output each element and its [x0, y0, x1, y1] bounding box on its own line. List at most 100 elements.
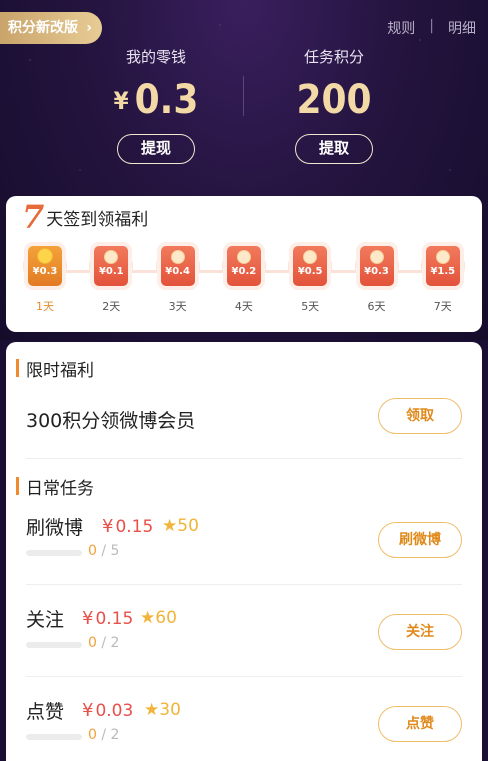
task-points-value: 30: [159, 700, 181, 720]
red-packet-body: ¥0.3: [28, 246, 62, 286]
coin-icon: [369, 250, 384, 264]
wallet-amount: ¥0.3: [76, 72, 236, 128]
task-progress-total: / 5: [101, 543, 120, 559]
task-progress-bar: [26, 734, 82, 740]
checkin-day-amount: ¥0.3: [364, 266, 389, 277]
wallet-amount-value: 0.3: [134, 77, 199, 123]
star-icon: ★: [140, 608, 156, 628]
checkin-day-amount: ¥0.2: [231, 266, 257, 277]
red-packet-body: ¥0.5: [293, 246, 328, 286]
task-progress-total: / 2: [101, 635, 120, 651]
points-new-version-badge[interactable]: 积分新改版 ›: [0, 12, 102, 44]
divider: [26, 676, 462, 677]
details-link[interactable]: 明细: [448, 18, 476, 38]
red-packet-icon: ¥0.2: [221, 244, 266, 288]
checkin-day-label: 4天: [234, 300, 253, 313]
checkin-day-1[interactable]: ¥0.3 1天: [18, 244, 72, 314]
task-points: ★50: [162, 516, 199, 536]
task-points: ★30: [144, 700, 181, 720]
checkin-day-label: 3天: [168, 300, 187, 313]
points-panel: 任务积分 200 提取: [254, 46, 414, 164]
task-progress-current: 0: [88, 543, 97, 559]
currency-symbol: ¥: [82, 608, 94, 629]
task-points-value: 50: [177, 516, 199, 536]
badge-label: 积分新改版: [8, 20, 78, 36]
extract-button[interactable]: 提取: [295, 134, 373, 164]
red-packet-icon: ¥0.1: [89, 244, 134, 288]
browse-weibo-button[interactable]: 刷微博: [378, 522, 462, 558]
checkin-day-4[interactable]: ¥0.2 4天: [217, 244, 271, 314]
task-money: ¥0.15: [102, 516, 153, 537]
tasks-panel: 限时福利 300积分领微博会员 领取 日常任务 刷微博 ¥0.15 ★50 0 …: [6, 342, 482, 761]
checkin-title: 7 天签到领福利: [22, 201, 149, 233]
task-name: 关注: [26, 609, 65, 631]
points-amount: 200: [296, 77, 372, 123]
header-divider: [243, 76, 244, 116]
checkin-title-text: 天签到领福利: [46, 210, 149, 230]
red-packet-body: ¥0.2: [226, 246, 261, 286]
checkin-day-6[interactable]: ¥0.3 6天: [350, 244, 404, 314]
wallet-panel: 我的零钱 ¥0.3 提现: [76, 46, 236, 164]
daily-section-title: 日常任务: [16, 474, 94, 499]
checkin-day-2[interactable]: ¥0.1 2天: [84, 244, 138, 314]
star-icon: ★: [144, 700, 160, 720]
checkin-day-amount: ¥0.5: [297, 266, 323, 277]
currency-symbol: ¥: [82, 700, 94, 721]
red-packet-body: ¥0.3: [359, 246, 394, 286]
task-progress-text: 0 / 5: [88, 543, 119, 559]
task-progress-bar: [26, 642, 82, 648]
rules-link[interactable]: 规则: [387, 18, 415, 38]
star-icon: ★: [162, 516, 178, 536]
checkin-day-label: 2天: [102, 300, 121, 313]
checkin-day-label: 6天: [367, 300, 386, 313]
coin-icon: [104, 250, 119, 264]
coin-icon: [236, 250, 251, 264]
checkin-day-label: 1天: [36, 300, 54, 313]
wallet-label: 我的零钱: [125, 48, 186, 66]
withdraw-button[interactable]: 提现: [117, 134, 195, 164]
task-item: 关注 ¥0.15 ★60 0 / 2 关注: [26, 606, 462, 676]
checkin-day-amount: ¥0.1: [98, 266, 124, 277]
checkin-day-label: 5天: [301, 300, 320, 313]
divider: [26, 584, 462, 585]
task-progress-bar: [26, 550, 82, 556]
red-packet-icon: ¥1.5: [420, 244, 465, 288]
task-progress-current: 0: [88, 727, 97, 743]
like-button[interactable]: 点赞: [378, 706, 462, 742]
checkin-day-amount: ¥1.5: [430, 266, 456, 277]
checkin-day-5[interactable]: ¥0.5 5天: [283, 244, 337, 314]
checkin-day-3[interactable]: ¥0.4 3天: [151, 244, 205, 314]
task-money: ¥0.03: [82, 700, 133, 721]
task-name: 刷微博: [26, 517, 84, 539]
checkin-day-amount: ¥0.3: [32, 266, 58, 277]
red-packet-icon: ¥0.4: [155, 244, 200, 288]
follow-button[interactable]: 关注: [378, 614, 462, 650]
task-money-value: 0.15: [115, 517, 154, 537]
checkin-day-amount: ¥0.4: [165, 266, 190, 277]
checkin-days: ¥0.3 1天 ¥0.1 2天 ¥0.4 3天 ¥0.2 4天 ¥0.5 5天 ¥0.3 6天 ¥1.5…: [0, 232, 488, 322]
divider: [26, 458, 462, 459]
task-name: 点赞: [26, 701, 65, 723]
task-progress-text: 0 / 2: [88, 727, 119, 743]
top-links: 规则 | 明细: [387, 18, 476, 38]
coin-icon: [435, 250, 450, 264]
task-money: ¥0.15: [82, 608, 133, 629]
task-item: 刷微博 ¥0.15 ★50 0 / 5 刷微博: [26, 514, 462, 584]
red-packet-body: ¥0.4: [160, 246, 195, 286]
task-item: 点赞 ¥0.03 ★30 0 / 2 点赞: [26, 698, 462, 761]
red-packet-body: ¥0.1: [94, 246, 129, 286]
red-packet-body: ¥1.5: [425, 246, 460, 286]
claim-button[interactable]: 领取: [378, 398, 462, 434]
red-packet-icon: ¥0.5: [288, 244, 333, 288]
coin-icon: [37, 248, 53, 264]
points-label: 任务积分: [303, 48, 364, 66]
red-packet-icon: ¥0.3: [354, 244, 399, 288]
currency-symbol: ¥: [102, 516, 114, 537]
task-money-value: 0.03: [95, 701, 134, 721]
link-separator: |: [429, 18, 434, 34]
task-progress-total: / 2: [101, 727, 120, 743]
red-packet-icon: ¥0.3: [23, 244, 67, 288]
task-points: ★60: [140, 608, 177, 628]
chevron-right-icon: ›: [86, 20, 92, 36]
checkin-day-7[interactable]: ¥1.5 7天: [416, 244, 470, 314]
